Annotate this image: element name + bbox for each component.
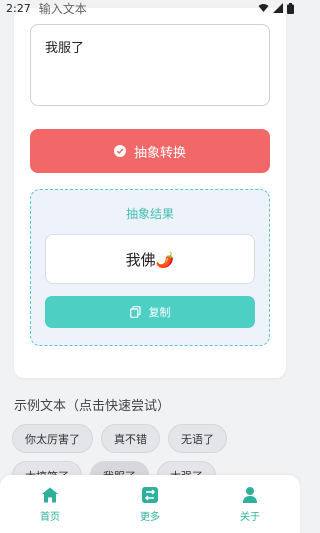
partial-input-label: 输入文本 [38,1,87,16]
copy-button-label: 复制 [148,306,171,319]
swap-icon [142,486,158,503]
converter-card: 我服了 抽象转换 抽象结果 我佛🌶️ 复制 [14,8,286,378]
result-panel: 抽象结果 我佛🌶️ 复制 [30,189,270,346]
nav-label-more: 更多 [140,511,160,523]
example-chip[interactable]: 无语了 [168,424,227,453]
example-chip[interactable]: 你太厉害了 [12,424,93,453]
battery-icon [287,2,294,14]
convert-button-label: 抽象转换 [133,145,186,161]
nav-item-about[interactable]: 关于 [215,486,285,523]
status-bar: 2:27 输入文本 [0,0,300,16]
check-circle-icon [113,145,126,157]
copy-icon [129,306,141,318]
example-chip[interactable]: 真不错 [101,424,160,453]
person-icon [243,486,257,503]
nav-label-home: 首页 [40,511,60,523]
nav-item-home[interactable]: 首页 [15,486,85,523]
examples-title: 示例文本（点击快速尝试） [14,399,171,414]
result-output: 我佛🌶️ [45,234,255,284]
copy-button[interactable]: 复制 [45,296,255,328]
wifi-icon [258,4,269,12]
result-title: 抽象结果 [125,207,174,221]
example-chip-row-1: 你太厉害了 真不错 无语了 [12,424,227,453]
nav-label-about: 关于 [240,511,260,523]
home-icon [42,487,58,502]
nav-item-more[interactable]: 更多 [115,486,185,523]
signal-icon [273,3,283,13]
convert-button[interactable]: 抽象转换 [30,129,270,173]
status-time: 2:27 [6,1,31,15]
bottom-nav: 首页 更多 关于 [0,475,300,533]
text-input[interactable]: 我服了 [30,24,270,106]
